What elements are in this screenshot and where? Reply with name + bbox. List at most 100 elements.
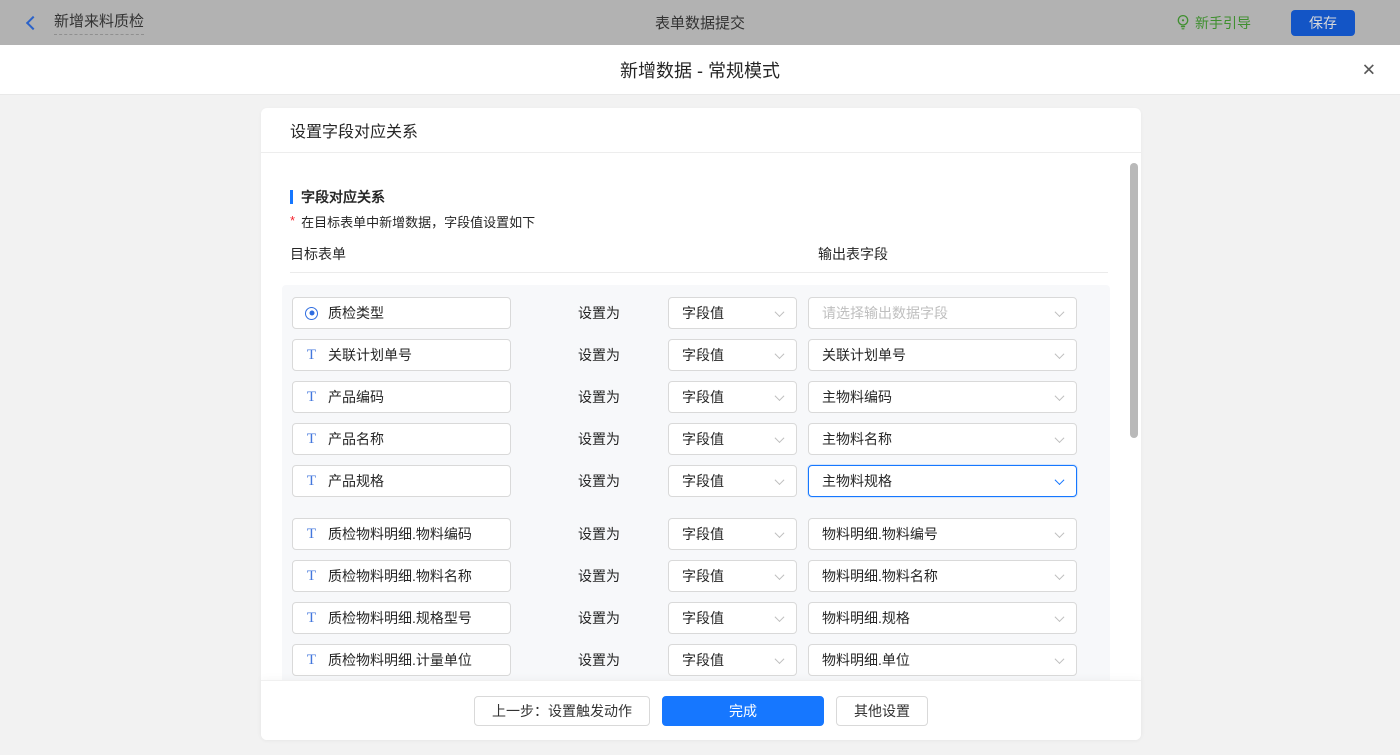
value-mode-select[interactable]: 字段值	[668, 560, 797, 592]
text-field-icon: T	[305, 527, 318, 542]
section-title-label: 字段对应关系	[301, 187, 385, 207]
target-field-box[interactable]: T 质检物料明细.物料名称	[292, 560, 511, 592]
output-field-select-value: 主物料规格	[822, 471, 892, 491]
target-field-box[interactable]: T 产品名称	[292, 423, 511, 455]
set-as-label: 设置为	[578, 566, 668, 586]
chevron-down-icon	[1055, 391, 1065, 401]
mapping-row: T质检物料明细.规格型号 设置为字段值物料明细.规格	[292, 602, 1110, 634]
output-field-select[interactable]: 主物料规格	[808, 465, 1077, 497]
value-mode-select-value: 字段值	[682, 566, 724, 586]
set-as-label: 设置为	[578, 471, 668, 491]
mapping-row: T 质检物料明细.物料名称 设置为字段值 物料明细.物料名称	[292, 560, 1110, 592]
chevron-down-icon	[775, 433, 785, 443]
output-field-select[interactable]: 物料明细.物料编号	[808, 518, 1077, 550]
required-asterisk: *	[290, 212, 295, 229]
previous-step-button[interactable]: 上一步：设置触发动作	[474, 696, 650, 726]
output-field-select[interactable]: 请选择输出数据字段	[808, 297, 1077, 329]
column-header-target-form: 目标表单	[290, 244, 346, 264]
text-field-icon: T	[305, 653, 318, 668]
target-field-box[interactable]: T质检物料明细.规格型号	[292, 602, 511, 634]
output-field-select[interactable]: 物料明细.规格	[808, 602, 1077, 634]
value-mode-select[interactable]: 字段值	[668, 602, 797, 634]
set-as-label: 设置为	[578, 608, 668, 628]
chevron-down-icon	[1055, 307, 1065, 317]
text-field-icon: T	[305, 474, 318, 489]
value-mode-select[interactable]: 字段值	[668, 644, 797, 676]
output-field-select[interactable]: 物料明细.单位	[808, 644, 1077, 676]
value-mode-select[interactable]: 字段值	[668, 297, 797, 329]
chevron-down-icon	[1055, 612, 1065, 622]
value-mode-select-value: 字段值	[682, 387, 724, 407]
done-button[interactable]: 完成	[662, 696, 824, 726]
value-mode-select[interactable]: 字段值	[668, 423, 797, 455]
value-mode-select[interactable]: 字段值	[668, 465, 797, 497]
save-button[interactable]: 保存	[1291, 10, 1355, 36]
mapping-row: T 产品规格 设置为字段值 主物料规格	[292, 465, 1110, 497]
text-field-icon: T	[305, 432, 318, 447]
value-mode-select[interactable]: 字段值	[668, 518, 797, 550]
target-field-box[interactable]: 质检类型	[292, 297, 511, 329]
text-field-icon: T	[305, 569, 318, 584]
modal-header: 新增数据 - 常规模式 ✕	[0, 45, 1400, 95]
beginner-guide-link[interactable]: 新手引导	[1176, 13, 1251, 33]
output-field-select-value: 物料明细.物料名称	[822, 566, 938, 586]
value-mode-select-value: 字段值	[682, 429, 724, 449]
close-icon[interactable]: ✕	[1362, 61, 1376, 78]
beginner-guide-label: 新手引导	[1195, 13, 1251, 33]
target-field-box[interactable]: T关联计划单号	[292, 339, 511, 371]
chevron-down-icon	[775, 654, 785, 664]
chevron-down-icon	[1055, 528, 1065, 538]
card-header-title: 设置字段对应关系	[261, 108, 1141, 153]
vertical-scrollbar-thumb[interactable]	[1130, 163, 1138, 438]
target-field-label: 质检物料明细.物料编码	[328, 524, 472, 544]
topbar-right-group: 新手引导 保存	[1176, 0, 1355, 45]
column-divider	[290, 272, 1108, 273]
set-as-label: 设置为	[578, 303, 668, 323]
target-field-box[interactable]: T 质检物料明细.计量单位	[292, 644, 511, 676]
value-mode-select-value: 字段值	[682, 303, 724, 323]
mapping-note: * 在目标表单中新增数据，字段值设置如下	[290, 212, 535, 231]
mapping-note-text: 在目标表单中新增数据，字段值设置如下	[301, 212, 535, 231]
target-field-box[interactable]: T产品编码	[292, 381, 511, 413]
chevron-down-icon	[775, 391, 785, 401]
card-footer: 上一步：设置触发动作完成其他设置	[261, 680, 1141, 740]
output-field-select[interactable]: 主物料名称	[808, 423, 1077, 455]
value-mode-select-value: 字段值	[682, 524, 724, 544]
target-field-label: 产品编码	[328, 387, 384, 407]
target-field-label: 产品规格	[328, 471, 384, 491]
output-field-select-value: 关联计划单号	[822, 345, 906, 365]
set-as-label: 设置为	[578, 650, 668, 670]
chevron-down-icon	[1055, 654, 1065, 664]
mapping-row: T 质检物料明细.计量单位 设置为字段值 物料明细.单位	[292, 644, 1110, 676]
output-field-select-value: 物料明细.物料编号	[822, 524, 938, 544]
target-field-label: 质检类型	[328, 303, 384, 323]
target-field-label: 产品名称	[328, 429, 384, 449]
chevron-down-icon	[1055, 349, 1065, 359]
output-field-select-value: 物料明细.单位	[822, 650, 910, 670]
target-field-box[interactable]: T 产品规格	[292, 465, 511, 497]
output-field-select-value: 请选择输出数据字段	[822, 303, 948, 323]
target-field-label: 质检物料明细.计量单位	[328, 650, 472, 670]
chevron-down-icon	[775, 349, 785, 359]
value-mode-select[interactable]: 字段值	[668, 381, 797, 413]
set-as-label: 设置为	[578, 524, 668, 544]
mapping-row: T产品编码设置为字段值主物料编码	[292, 381, 1110, 413]
chevron-down-icon	[775, 528, 785, 538]
lightbulb-icon	[1176, 14, 1190, 31]
value-mode-select[interactable]: 字段值	[668, 339, 797, 371]
column-header-output-field: 输出表字段	[818, 244, 888, 264]
modal-title: 新增数据 - 常规模式	[0, 45, 1400, 94]
value-mode-select-value: 字段值	[682, 650, 724, 670]
set-as-label: 设置为	[578, 345, 668, 365]
field-mapping-card: 设置字段对应关系 字段对应关系 * 在目标表单中新增数据，字段值设置如下 目标表…	[261, 108, 1141, 740]
target-field-box[interactable]: T 质检物料明细.物料编码	[292, 518, 511, 550]
target-field-label: 质检物料明细.物料名称	[328, 566, 472, 586]
mapping-row: T 质检物料明细.物料编码 设置为字段值 物料明细.物料编号	[292, 518, 1110, 550]
target-field-label: 关联计划单号	[328, 345, 412, 365]
output-field-select[interactable]: 物料明细.物料名称	[808, 560, 1077, 592]
section-title: 字段对应关系	[290, 187, 385, 207]
output-field-select[interactable]: 关联计划单号	[808, 339, 1077, 371]
text-field-icon: T	[305, 611, 318, 626]
other-settings-button[interactable]: 其他设置	[836, 696, 928, 726]
output-field-select[interactable]: 主物料编码	[808, 381, 1077, 413]
